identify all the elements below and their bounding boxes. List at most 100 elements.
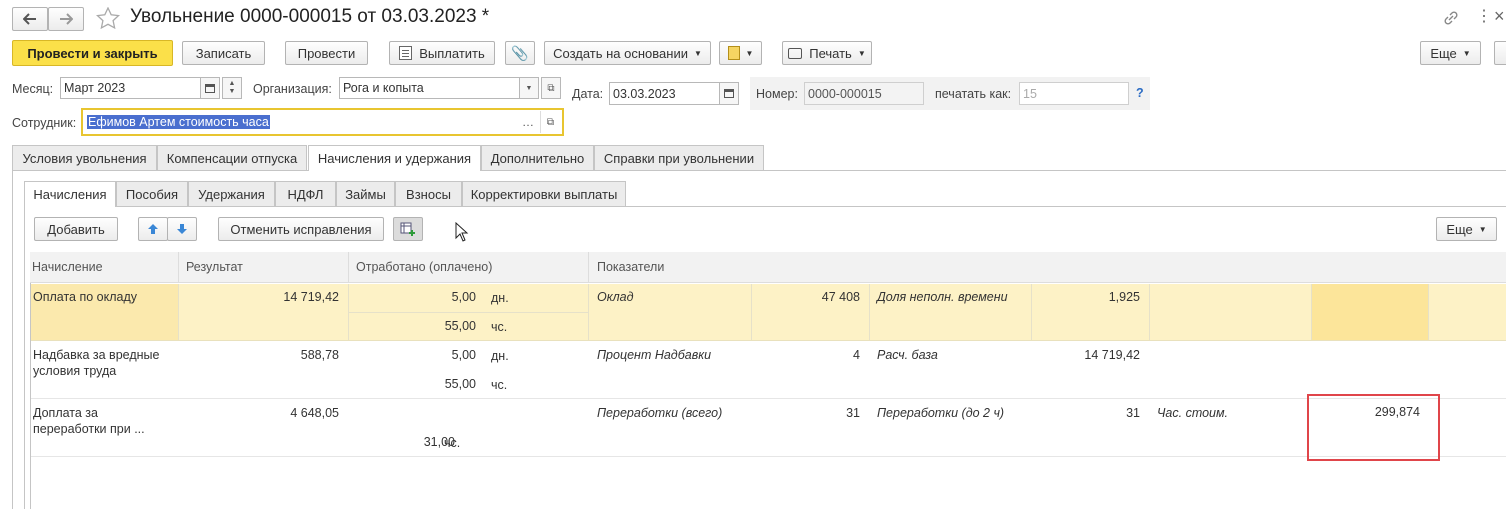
table-add-icon [400, 222, 415, 236]
month-stepper[interactable]: ▲ ▼ [222, 77, 242, 99]
table-more-label: Еще [1446, 221, 1473, 237]
stepper-down-icon: ▼ [228, 88, 236, 95]
calendar-icon [205, 83, 215, 93]
forward-button[interactable] [48, 7, 84, 31]
row-result: 4 648,05 [290, 406, 339, 420]
cell-divider [751, 284, 752, 340]
pay-button[interactable]: Выплатить [389, 41, 495, 65]
row-indicator1-name: Переработки (всего) [597, 406, 723, 420]
print-label: Печать [809, 45, 852, 61]
extra-button[interactable] [1494, 41, 1506, 65]
subtab-ndfl[interactable]: НДФЛ [275, 181, 336, 206]
header-accrual[interactable]: Начисление [32, 260, 103, 274]
current-cell[interactable] [1312, 284, 1428, 340]
more-label: Еще [1430, 45, 1457, 61]
employee-label: Сотрудник: [12, 116, 77, 130]
row-indicator1-name: Оклад [597, 290, 634, 304]
row-hours: 55,00 [444, 377, 476, 391]
favorite-star-icon[interactable] [96, 6, 120, 32]
chevron-down-icon: ▼ [693, 48, 702, 58]
header-indicators[interactable]: Показатели [597, 260, 664, 274]
row-indicator1-name: Процент Надбавки [597, 348, 712, 362]
employee-field[interactable]: Ефимов Артем стоимость часа [84, 111, 520, 133]
table-more-button[interactable]: Еще ▼ [1436, 217, 1497, 241]
row-result: 588,78 [300, 348, 339, 362]
employee-value: Ефимов Артем стоимость часа [87, 115, 270, 129]
save-button[interactable]: Записать [182, 41, 265, 65]
date-field[interactable]: 03.03.2023 [609, 82, 721, 105]
row-indicator2-value: 1,925 [1108, 290, 1140, 304]
header-divider [588, 252, 589, 283]
row-days-unit: дн. [491, 291, 509, 305]
paperclip-icon: 📎 [511, 44, 529, 61]
open-icon: ⧉ [547, 82, 555, 94]
row-accrual-name: Доплата за [33, 406, 98, 420]
report-menu-button[interactable]: ▼ [719, 41, 762, 65]
organization-field[interactable]: Рога и копыта [339, 77, 521, 99]
subtab-deductions[interactable]: Удержания [188, 181, 275, 206]
print-as-field[interactable]: 15 [1019, 82, 1129, 105]
organization-dropdown[interactable]: ▼ [519, 77, 539, 99]
table-settings-button[interactable] [393, 217, 423, 241]
header-result[interactable]: Результат [186, 260, 243, 274]
row-indicator2-name: Доля неполн. времени [877, 290, 1008, 304]
print-as-label: печатать как: [935, 87, 1012, 101]
organization-label: Организация: [253, 82, 332, 96]
cell-divider [178, 284, 179, 340]
ellipsis-icon: … [522, 115, 534, 129]
more-button[interactable]: Еще ▼ [1420, 41, 1481, 65]
row-accrual-name: Надбавка за вредные [33, 348, 160, 362]
subtab-accruals[interactable]: Начисления [24, 181, 116, 207]
subrow-divider [348, 312, 588, 313]
post-button[interactable]: Провести [285, 41, 368, 65]
month-field[interactable]: Март 2023 [60, 77, 202, 99]
subtab-loans[interactable]: Займы [336, 181, 395, 206]
cancel-corrections-button[interactable]: Отменить исправления [218, 217, 384, 241]
close-icon[interactable]: × [1494, 6, 1505, 27]
calendar-icon [724, 89, 734, 98]
date-label: Дата: [572, 87, 604, 101]
attach-button[interactable]: 📎 [505, 41, 535, 65]
subtab-benefits[interactable]: Пособия [116, 181, 188, 206]
month-label: Месяц: [12, 82, 54, 96]
header-divider [178, 252, 179, 283]
move-down-button[interactable] [167, 217, 197, 241]
row-days: 5,00 [451, 290, 476, 304]
row-indicator2-value: 31 [1126, 406, 1140, 420]
pay-label: Выплатить [419, 45, 485, 61]
post-and-close-button[interactable]: Провести и закрыть [12, 40, 173, 66]
employee-open-button[interactable]: ⧉ [540, 111, 560, 133]
report-icon [727, 46, 740, 60]
more-vertical-icon[interactable]: ⋮ [1476, 9, 1492, 25]
cell-divider [588, 284, 589, 340]
add-button[interactable]: Добавить [34, 217, 118, 241]
organization-open-button[interactable]: ⧉ [541, 77, 561, 99]
cell-divider [869, 284, 870, 340]
help-icon[interactable]: ? [1136, 86, 1144, 100]
move-up-button[interactable] [138, 217, 168, 241]
tab-vacation-compensation[interactable]: Компенсации отпуска [157, 145, 307, 170]
create-based-label: Создать на основании [553, 45, 688, 61]
subtab-contributions[interactable]: Взносы [395, 181, 462, 206]
stepper-up-icon: ▲ [228, 80, 236, 87]
row-indicator1-value: 47 408 [821, 290, 860, 304]
cell-divider [1149, 284, 1150, 340]
row-days-unit: дн. [491, 349, 509, 363]
calendar-button[interactable] [200, 77, 220, 99]
tab-additional[interactable]: Дополнительно [481, 145, 594, 170]
number-field[interactable]: 0000-000015 [804, 82, 924, 105]
header-worked[interactable]: Отработано (оплачено) [356, 260, 492, 274]
subtab-payment-corrections[interactable]: Корректировки выплаты [462, 181, 626, 206]
print-button[interactable]: Печать ▼ [782, 41, 872, 65]
create-based-on-button[interactable]: Создать на основании ▼ [544, 41, 711, 65]
tab-dismissal-conditions[interactable]: Условия увольнения [12, 145, 157, 170]
chevron-down-icon: ▼ [1478, 224, 1487, 234]
window-title: Увольнение 0000-000015 от 03.03.2023 * [130, 6, 490, 27]
tab-accruals-deductions[interactable]: Начисления и удержания [308, 145, 481, 171]
back-button[interactable] [12, 7, 48, 31]
employee-select-button[interactable]: … [518, 111, 538, 133]
link-icon[interactable] [1442, 9, 1460, 30]
tab-dismissal-certificates[interactable]: Справки при увольнении [594, 145, 764, 170]
row-indicator1-value: 31 [846, 406, 860, 420]
date-calendar-button[interactable] [719, 82, 739, 105]
